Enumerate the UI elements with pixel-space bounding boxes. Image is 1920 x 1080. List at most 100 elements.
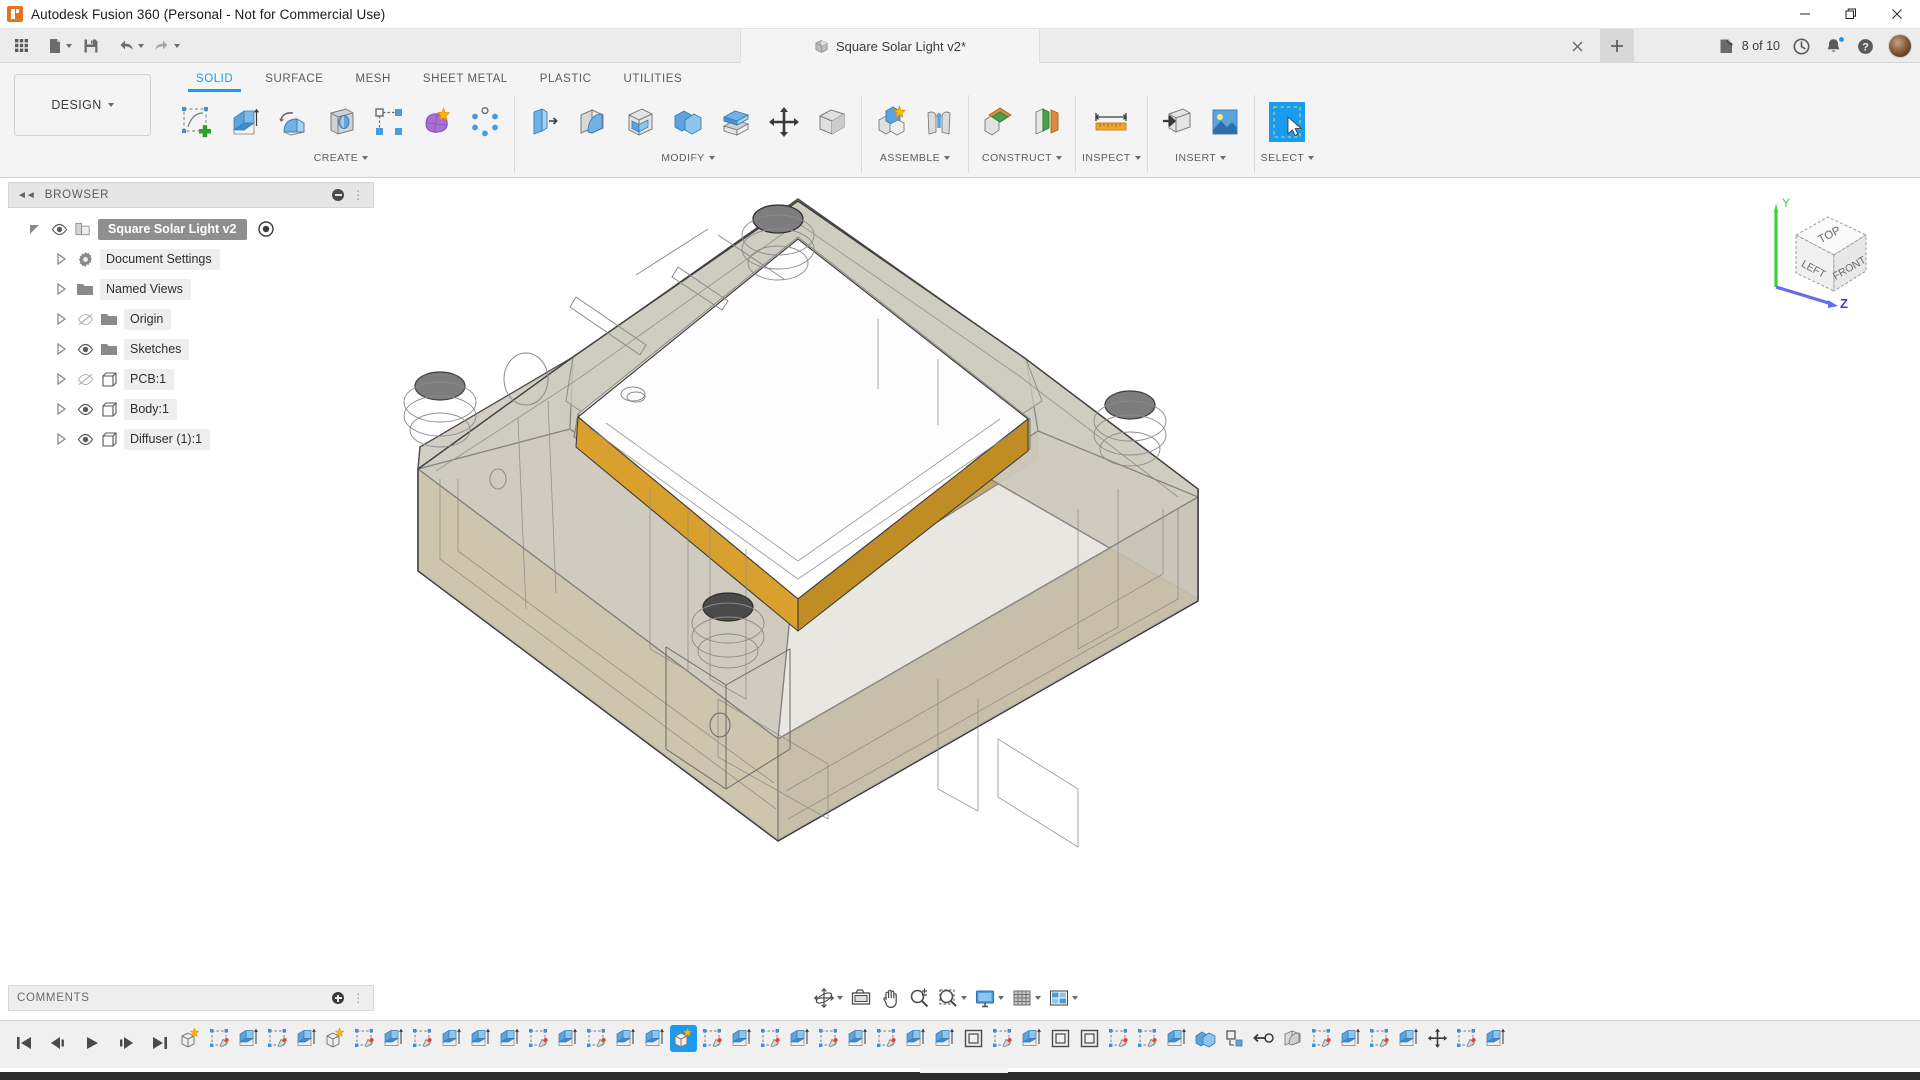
visibility-toggle[interactable] — [76, 373, 94, 386]
visibility-toggle[interactable] — [76, 433, 94, 446]
avatar[interactable] — [1888, 34, 1912, 58]
new-file-button[interactable] — [42, 32, 76, 60]
circle-minus-icon[interactable] — [332, 189, 344, 201]
notifications-button[interactable] — [1818, 31, 1848, 61]
revolve-tool[interactable] — [270, 97, 316, 147]
tree-item-diffuser[interactable]: Diffuser (1):1 — [8, 424, 374, 454]
help-button[interactable]: ? — [1850, 31, 1880, 61]
jobs-status-button[interactable]: 8 of 10 — [1713, 31, 1784, 61]
zoom-button[interactable] — [905, 984, 933, 1012]
plane-at-angle-tool[interactable] — [1023, 97, 1069, 147]
tab-solid[interactable]: SOLID — [180, 71, 249, 89]
timeline-feature-8[interactable] — [408, 1025, 437, 1065]
tree-item-body[interactable]: Body:1 — [8, 394, 374, 424]
press-pull-tool[interactable] — [521, 97, 567, 147]
timeline-feature-28[interactable] — [988, 1025, 1017, 1065]
measure-tool[interactable] — [1084, 97, 1138, 147]
expand-toggle[interactable] — [52, 432, 70, 446]
maximize-button[interactable] — [1828, 0, 1874, 29]
look-at-button[interactable] — [847, 984, 875, 1012]
grip-icon[interactable]: ⋮ — [352, 991, 365, 1005]
recent-activity-button[interactable] — [1786, 31, 1816, 61]
save-button[interactable] — [76, 32, 106, 60]
combine-tool[interactable] — [665, 97, 711, 147]
timeline-feature-38[interactable] — [1278, 1025, 1307, 1065]
create-form-tool[interactable] — [414, 97, 460, 147]
timeline-feature-19[interactable] — [727, 1025, 756, 1065]
timeline-feature-22[interactable] — [814, 1025, 843, 1065]
expand-toggle[interactable] — [52, 372, 70, 386]
timeline-feature-18[interactable] — [698, 1025, 727, 1065]
panel-modify-dropdown[interactable]: MODIFY — [661, 149, 715, 167]
timeline-feature-10[interactable] — [466, 1025, 495, 1065]
timeline-step-forward-button[interactable] — [112, 1029, 140, 1057]
tab-sheet-metal[interactable]: SHEET METAL — [407, 71, 524, 89]
tree-item-named-views[interactable]: Named Views — [8, 274, 374, 304]
timeline-feature-36[interactable] — [1220, 1025, 1249, 1065]
close-button[interactable] — [1874, 0, 1920, 29]
visibility-toggle[interactable] — [76, 313, 94, 326]
extrude-tool[interactable] — [222, 97, 268, 147]
timeline-feature-14[interactable] — [582, 1025, 611, 1065]
panel-insert-dropdown[interactable]: INSERT — [1175, 149, 1226, 167]
tab-surface[interactable]: SURFACE — [249, 71, 339, 89]
grid-snaps-button[interactable] — [1008, 984, 1044, 1012]
offset-plane-tool[interactable] — [975, 97, 1021, 147]
expand-toggle[interactable] — [52, 402, 70, 416]
timeline-feature-40[interactable] — [1336, 1025, 1365, 1065]
tab-utilities[interactable]: UTILITIES — [608, 71, 699, 89]
timeline-feature-16[interactable] — [640, 1025, 669, 1065]
timeline-feature-9[interactable] — [437, 1025, 466, 1065]
timeline-feature-25[interactable] — [901, 1025, 930, 1065]
document-tab[interactable]: Square Solar Light v2* — [740, 29, 1040, 63]
expand-toggle[interactable] — [52, 282, 70, 296]
timeline-feature-12[interactable] — [524, 1025, 553, 1065]
undo-button[interactable] — [112, 32, 148, 60]
viewport-canvas[interactable]: Y Z TOP LEFT FRONT — [378, 179, 1920, 989]
panel-select-dropdown[interactable]: SELECT — [1261, 149, 1315, 167]
timeline-feature-2[interactable] — [234, 1025, 263, 1065]
timeline-feature-26[interactable] — [930, 1025, 959, 1065]
timeline-feature-31[interactable] — [1075, 1025, 1104, 1065]
panel-create-dropdown[interactable]: CREATE — [314, 149, 369, 167]
timeline-play-button[interactable] — [78, 1029, 106, 1057]
timeline-feature-35[interactable] — [1191, 1025, 1220, 1065]
collapse-left-icon[interactable]: ◄◄ — [17, 190, 35, 201]
rectangular-pattern-tool[interactable] — [366, 97, 412, 147]
timeline-feature-15[interactable] — [611, 1025, 640, 1065]
timeline-feature-32[interactable] — [1104, 1025, 1133, 1065]
canvas-image-tool[interactable] — [1202, 97, 1248, 147]
redo-button[interactable] — [148, 32, 184, 60]
circular-pattern-tool[interactable] — [462, 97, 508, 147]
viewports-button[interactable] — [1045, 984, 1081, 1012]
expand-toggle[interactable] — [26, 222, 44, 236]
timeline-feature-34[interactable] — [1162, 1025, 1191, 1065]
timeline-feature-41[interactable] — [1365, 1025, 1394, 1065]
new-component-tool[interactable] — [868, 97, 914, 147]
timeline-feature-43[interactable] — [1423, 1025, 1452, 1065]
grip-icon[interactable]: ⋮ — [352, 188, 365, 202]
tree-item-root[interactable]: Square Solar Light v2 — [8, 214, 374, 244]
timeline-feature-37[interactable] — [1249, 1025, 1278, 1065]
timeline-feature-20[interactable] — [756, 1025, 785, 1065]
move-copy-tool[interactable] — [761, 97, 807, 147]
timeline-step-back-button[interactable] — [44, 1029, 72, 1057]
joint-tool[interactable] — [916, 97, 962, 147]
workspace-switcher[interactable]: DESIGN — [14, 74, 151, 136]
timeline-feature-39[interactable] — [1307, 1025, 1336, 1065]
timeline-feature-33[interactable] — [1133, 1025, 1162, 1065]
select-tool[interactable] — [1264, 97, 1310, 147]
timeline-feature-44[interactable] — [1452, 1025, 1481, 1065]
timeline-feature-27[interactable] — [959, 1025, 988, 1065]
panel-inspect-dropdown[interactable]: INSPECT — [1082, 149, 1141, 167]
activate-component-button[interactable] — [257, 221, 275, 237]
hole-tool[interactable] — [318, 97, 364, 147]
visibility-toggle[interactable] — [76, 403, 94, 416]
tree-item-origin[interactable]: Origin — [8, 304, 374, 334]
document-tab-close-button[interactable] — [1566, 35, 1588, 57]
zoom-window-button[interactable] — [934, 984, 970, 1012]
visibility-toggle[interactable] — [50, 223, 68, 236]
timeline-feature-13[interactable] — [553, 1025, 582, 1065]
timeline-feature-5[interactable] — [321, 1025, 350, 1065]
tab-mesh[interactable]: MESH — [339, 71, 406, 89]
